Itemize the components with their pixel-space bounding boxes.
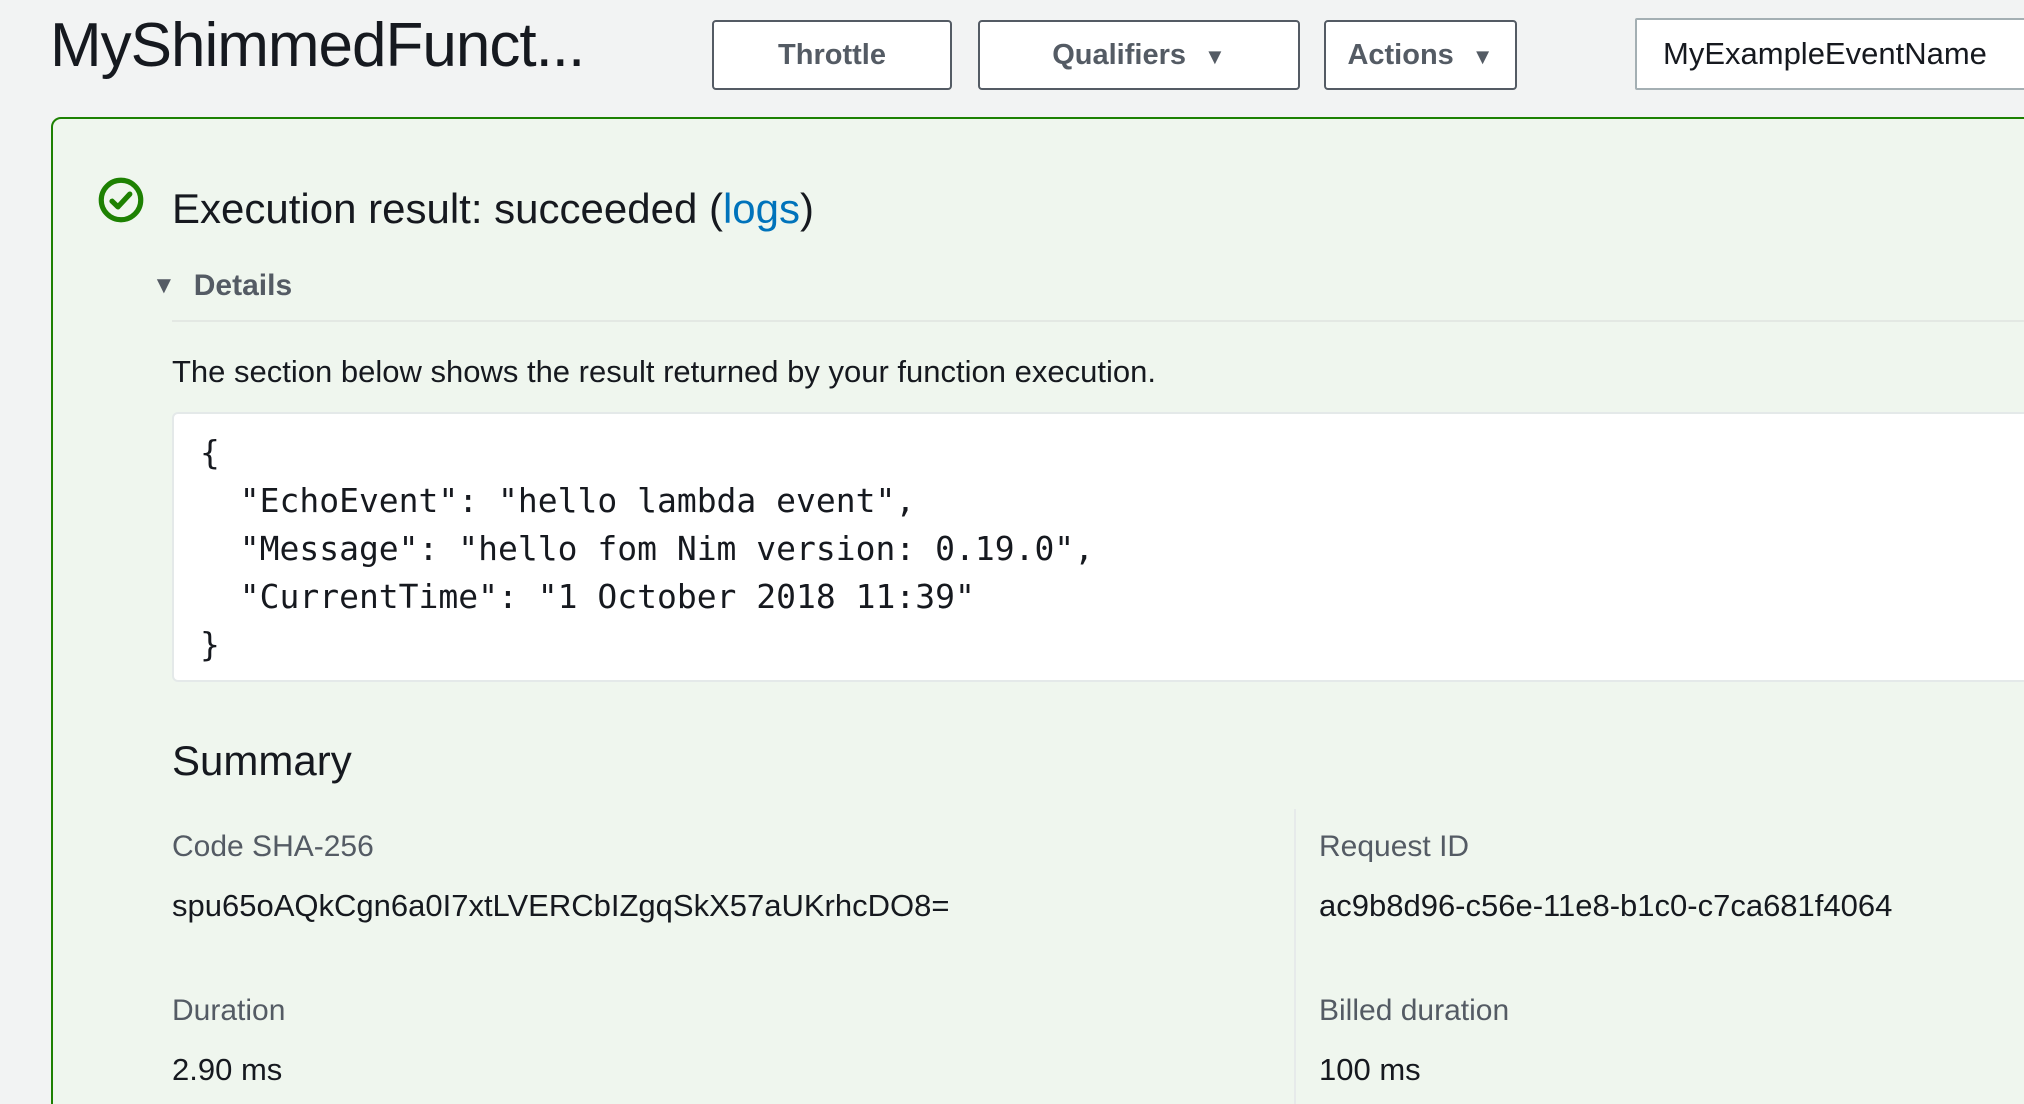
billed-duration-label: Billed duration [1319, 994, 1509, 1028]
summary-field-billed-duration: Billed duration 100 ms [1319, 994, 1509, 1088]
test-event-select[interactable]: MyExampleEventName [1635, 18, 2024, 90]
test-event-selected-value: MyExampleEventName [1663, 36, 1987, 72]
details-toggle[interactable]: ▼ Details [152, 269, 292, 303]
summary-column-divider [1294, 809, 1296, 1104]
actions-button[interactable]: Actions ▼ [1324, 20, 1517, 90]
execution-result-text: Execution result: succeeded ( [172, 185, 723, 232]
logs-link[interactable]: logs [723, 185, 800, 232]
throttle-button[interactable]: Throttle [712, 20, 952, 90]
execution-result-panel: Execution result: succeeded (logs) ▼ Det… [51, 117, 2024, 1104]
request-id-label: Request ID [1319, 830, 1892, 864]
summary-heading: Summary [172, 737, 352, 785]
code-sha-label: Code SHA-256 [172, 830, 949, 864]
summary-field-duration: Duration 2.90 ms [172, 994, 285, 1088]
execution-result-output-box: { "EchoEvent": "hello lambda event", "Me… [172, 412, 2024, 682]
summary-field-request-id: Request ID ac9b8d96-c56e-11e8-b1c0-c7ca6… [1319, 830, 1892, 924]
duration-value: 2.90 ms [172, 1052, 285, 1088]
execution-result-heading: Execution result: succeeded (logs) [172, 185, 814, 233]
chevron-down-icon: ▼ [1472, 46, 1494, 68]
result-description: The section below shows the result retur… [172, 354, 1156, 390]
code-sha-value: spu65oAQkCgn6a0I7xtLVERCbIZgqSkX57aUKrhc… [172, 888, 949, 924]
details-divider [172, 320, 2024, 322]
page-title: MyShimmedFunct... [50, 10, 584, 81]
request-id-value: ac9b8d96-c56e-11e8-b1c0-c7ca681f4064 [1319, 888, 1892, 924]
duration-label: Duration [172, 994, 285, 1028]
summary-field-code-sha: Code SHA-256 spu65oAQkCgn6a0I7xtLVERCbIZ… [172, 830, 949, 924]
billed-duration-value: 100 ms [1319, 1052, 1509, 1088]
details-toggle-label: Details [194, 269, 292, 303]
success-check-icon [98, 177, 144, 223]
qualifiers-button[interactable]: Qualifiers ▼ [978, 20, 1300, 90]
execution-result-text-suffix: ) [800, 185, 814, 232]
chevron-down-icon: ▼ [1204, 46, 1226, 68]
throttle-button-label: Throttle [778, 39, 886, 72]
qualifiers-button-label: Qualifiers [1052, 39, 1186, 72]
triangle-down-icon: ▼ [152, 274, 176, 298]
execution-result-json: { "EchoEvent": "hello lambda event", "Me… [200, 429, 2024, 669]
actions-button-label: Actions [1347, 39, 1453, 72]
